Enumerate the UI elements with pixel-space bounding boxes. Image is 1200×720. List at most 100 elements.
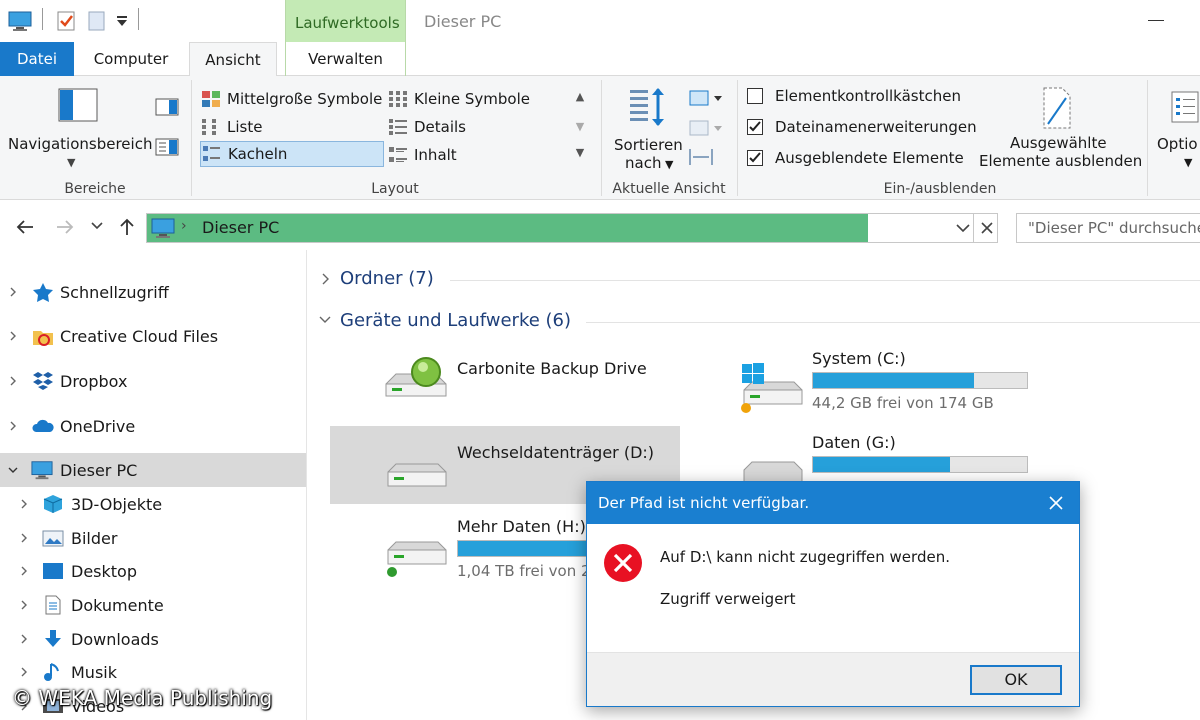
search-placeholder: "Dieser PC" durchsuche — [1028, 219, 1200, 237]
checkbox-item-checkboxes[interactable] — [747, 88, 763, 104]
chevron-right-icon[interactable] — [8, 421, 18, 431]
drive-more-h-name: Mehr Daten (H:) — [457, 517, 586, 536]
chevron-right-icon[interactable] — [8, 331, 18, 341]
layout-medium-icons[interactable]: Mittelgroße Symbole — [201, 86, 382, 112]
drive-carbonite[interactable] — [380, 352, 450, 412]
content-icon — [389, 147, 407, 162]
nav-label: OneDrive — [60, 416, 136, 436]
new-folder-icon[interactable] — [87, 8, 107, 34]
size-columns-icon[interactable] — [688, 146, 714, 172]
tab-verwalten[interactable]: Verwalten — [285, 42, 406, 76]
up-button[interactable] — [116, 216, 138, 238]
tab-ansicht[interactable]: Ansicht — [189, 42, 277, 77]
ok-button[interactable]: OK — [970, 665, 1062, 695]
properties-icon[interactable] — [55, 8, 77, 34]
downloads-icon — [45, 630, 61, 647]
checkbox-file-extensions[interactable] — [747, 119, 763, 135]
cube-icon — [43, 495, 63, 513]
nav-item-creative-cloud[interactable]: Creative Cloud Files — [0, 319, 306, 353]
chevron-down-icon: ▼ — [665, 158, 674, 171]
address-dropdown-button[interactable] — [955, 220, 971, 240]
hide-selected-button[interactable]: Ausgewählte — [1010, 134, 1107, 152]
group-separator — [737, 80, 738, 196]
navigation-pane-button[interactable]: Navigationsbereich — [8, 135, 152, 153]
chevron-right-icon[interactable] — [19, 667, 29, 677]
gallery-scroll-up[interactable]: ▲ — [570, 90, 590, 103]
sort-by-icon — [628, 86, 668, 134]
section-divider — [586, 322, 1200, 323]
separator — [973, 214, 974, 242]
nav-label: Bilder — [71, 528, 118, 548]
navigation-pane-icon — [58, 88, 98, 126]
address-bar[interactable]: › Dieser PC — [146, 213, 998, 243]
tab-computer[interactable]: Computer — [80, 42, 182, 76]
creative-cloud-icon — [33, 331, 53, 346]
ribbon: Navigationsbereich ▼ Bereiche Mittelgroß… — [0, 76, 1200, 200]
options-button[interactable]: Optio — [1157, 135, 1198, 153]
chevron-right-icon[interactable] — [19, 566, 29, 576]
navigation-pane: Schnellzugriff Creative Cloud Files Drop… — [0, 262, 306, 720]
gallery-more[interactable]: ▼ — [570, 146, 590, 159]
chevron-right-icon[interactable] — [19, 499, 29, 509]
chevron-down-icon[interactable] — [318, 314, 332, 326]
drive-more-h-usage-bar — [457, 540, 597, 557]
nav-item-onedrive[interactable]: OneDrive — [0, 409, 306, 443]
nav-item-schnellzugriff[interactable]: Schnellzugriff — [0, 275, 306, 309]
recent-locations-button[interactable] — [90, 219, 112, 241]
group-by-icon[interactable] — [688, 88, 724, 112]
checkbox-hidden-items[interactable] — [747, 150, 763, 166]
nav-label: Downloads — [71, 629, 159, 649]
nav-label: Creative Cloud Files — [60, 326, 219, 346]
details-pane-icon[interactable] — [155, 138, 179, 160]
tab-datei[interactable]: Datei — [0, 42, 74, 76]
forward-button[interactable] — [54, 216, 76, 238]
address-path[interactable]: Dieser PC — [202, 218, 279, 237]
layout-tiles[interactable]: Kacheln — [200, 141, 384, 167]
title-bar: Laufwerktools Dieser PC — [0, 0, 1200, 42]
group-label-bereiche: Bereiche — [64, 181, 126, 197]
pane-divider[interactable] — [306, 250, 307, 720]
preview-pane-icon[interactable] — [155, 98, 179, 120]
sort-by-button[interactable]: Sortieren — [614, 136, 683, 154]
nav-item-dieser-pc[interactable]: Dieser PC — [0, 453, 306, 487]
drive-more-h[interactable] — [382, 536, 448, 590]
layout-details[interactable]: Details — [388, 114, 466, 140]
nav-item-3d-objekte[interactable]: 3D-Objekte — [0, 487, 306, 521]
chevron-down-icon: ▼ — [1184, 156, 1193, 169]
window-title: Dieser PC — [424, 12, 502, 31]
drive-removable-d[interactable] — [384, 458, 450, 502]
chevron-down-icon[interactable] — [8, 465, 18, 475]
search-input[interactable]: "Dieser PC" durchsuche — [1016, 213, 1200, 243]
close-icon[interactable] — [1047, 494, 1065, 512]
add-columns-icon[interactable] — [688, 118, 724, 142]
chevron-right-icon[interactable] — [8, 376, 18, 386]
customize-quickaccess-icon[interactable] — [115, 8, 129, 34]
layout-small-icons-label: Kleine Symbole — [414, 90, 531, 108]
drive-system-c[interactable] — [738, 362, 806, 420]
layout-content[interactable]: Inhalt — [388, 142, 457, 168]
section-folders[interactable]: Ordner (7) — [340, 268, 434, 289]
layout-list[interactable]: Liste — [201, 114, 262, 140]
nav-item-dokumente[interactable]: Dokumente — [0, 588, 306, 622]
group-separator — [1147, 80, 1148, 196]
section-drives[interactable]: Geräte und Laufwerke (6) — [340, 310, 571, 331]
layout-small-icons[interactable]: Kleine Symbole — [388, 86, 530, 112]
clear-address-button[interactable] — [979, 220, 995, 240]
chevron-right-icon[interactable] — [320, 272, 332, 286]
nav-item-desktop[interactable]: Desktop — [0, 554, 306, 588]
chevron-right-icon[interactable] — [19, 634, 29, 644]
chevron-right-icon[interactable] — [8, 287, 18, 297]
nav-item-downloads[interactable]: Downloads — [0, 622, 306, 656]
nav-item-musik[interactable]: Musik — [0, 655, 306, 689]
gallery-scroll-down[interactable]: ▼ — [570, 120, 590, 133]
separator — [138, 8, 139, 30]
minimize-button[interactable] — [1148, 20, 1164, 21]
chevron-right-icon[interactable] — [19, 533, 29, 543]
section-divider — [450, 280, 1200, 281]
nav-item-dropbox[interactable]: Dropbox — [0, 364, 306, 398]
nav-item-bilder[interactable]: Bilder — [0, 521, 306, 555]
drive-system-c-free: 44,2 GB frei von 174 GB — [812, 394, 994, 412]
dialog-detail: Zugriff verweigert — [660, 590, 796, 608]
back-button[interactable] — [14, 216, 36, 238]
chevron-right-icon[interactable] — [19, 600, 29, 610]
